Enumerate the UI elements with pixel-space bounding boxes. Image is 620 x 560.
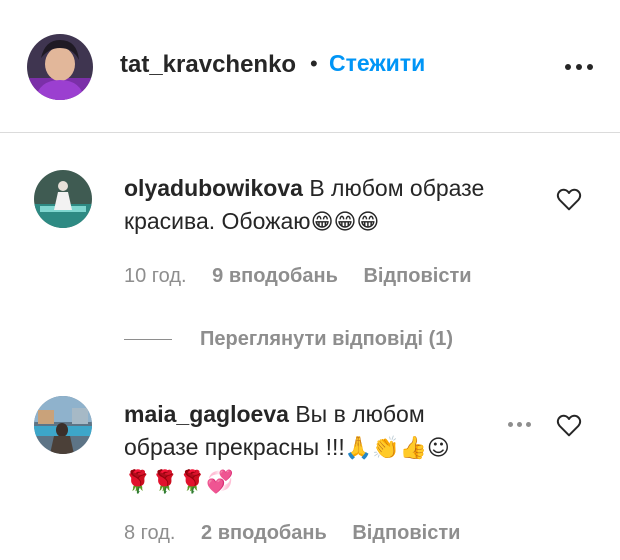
heart-outline-icon[interactable]	[556, 187, 582, 211]
header-divider	[0, 132, 620, 133]
author-avatar[interactable]	[27, 34, 93, 100]
comment-time: 8 год.	[124, 522, 176, 544]
comment-emoji: 🙏👏👍☺	[344, 436, 450, 461]
reply-button[interactable]: Відповісти	[363, 265, 471, 287]
comment-time: 10 год.	[124, 265, 187, 287]
reply-button[interactable]: Відповісти	[352, 522, 460, 544]
author-username[interactable]: tat_kravchenko	[120, 51, 296, 79]
comment-emoji-line2: 🌹🌹🌹💞	[124, 470, 234, 495]
separator-dot: •	[310, 51, 318, 76]
comment-meta: 8 год. 2 вподобань Відповісти	[124, 522, 480, 545]
replies-line	[124, 339, 172, 340]
comment-text: maia_gagloeva Вы в любом образе прекрасн…	[124, 398, 504, 499]
commenter-username[interactable]: olyadubowikova	[124, 175, 303, 201]
comment-likes[interactable]: 2 вподобань	[201, 522, 327, 544]
heart-outline-icon[interactable]	[556, 413, 582, 437]
view-replies-button[interactable]: Переглянути відповіді (1)	[124, 328, 453, 351]
comment-meta: 10 год. 9 вподобань Відповісти	[124, 265, 492, 288]
post-header: tat_kravchenko • Стежити	[0, 0, 620, 128]
comment-text: olyadubowikova В любом образе красива. О…	[124, 172, 544, 239]
commenter-avatar[interactable]	[34, 170, 92, 228]
commenter-username[interactable]: maia_gagloeva	[124, 401, 289, 427]
comment-likes[interactable]: 9 вподобань	[212, 265, 338, 287]
comment-more-icon[interactable]	[508, 422, 531, 427]
comment-emoji: 😁😁😁	[310, 210, 380, 235]
more-options-icon[interactable]	[565, 64, 593, 70]
commenter-avatar[interactable]	[34, 396, 92, 454]
follow-button[interactable]: Стежити	[329, 50, 425, 77]
view-replies-label: Переглянути відповіді (1)	[200, 328, 454, 350]
